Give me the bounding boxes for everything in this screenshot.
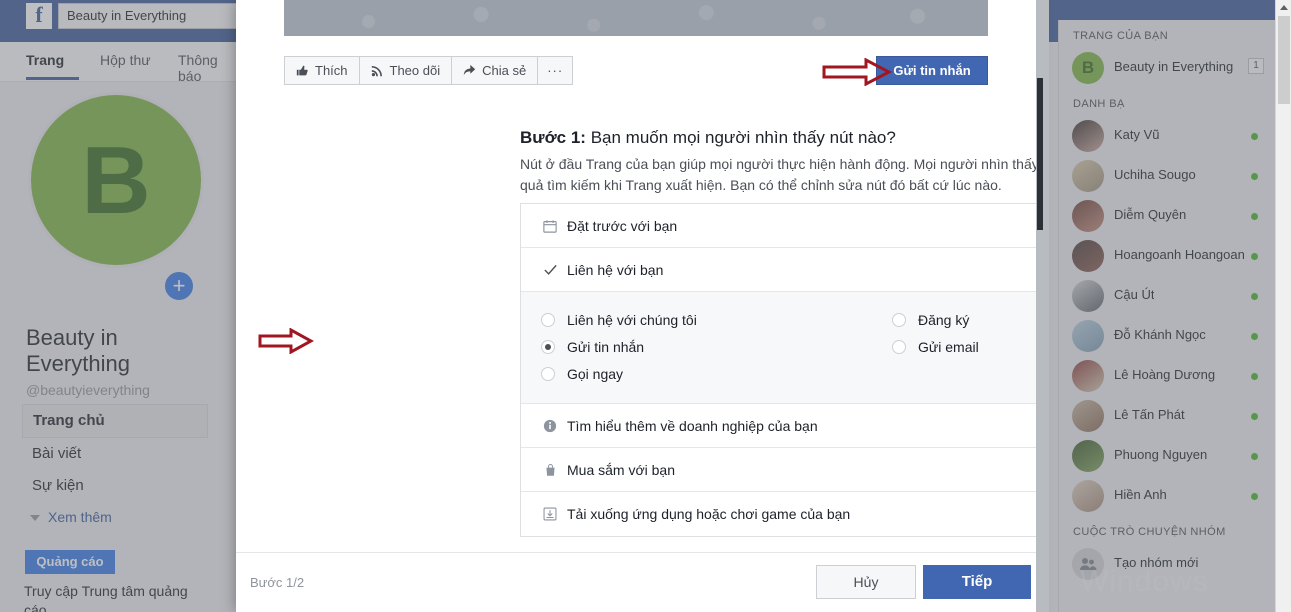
shopping-bag-icon [541,463,559,477]
contact-options-panel: Liên hệ với chúng tôi Gửi tin nhắn Gọi n… [521,292,1036,404]
accordion-row-lien-he[interactable]: Liên hệ với bạn [521,248,1036,292]
radio-button-selected[interactable] [541,339,555,354]
radio-button[interactable] [541,366,555,381]
step-description: Nút ở đầu Trang của bạn giúp mọi người t… [520,156,1036,193]
download-icon [541,507,559,521]
info-icon [541,419,559,433]
step-counter: Bước 1/2 [250,575,305,590]
accordion-row-tim-hieu-them[interactable]: Tìm hiểu thêm về doanh nghiệp của bạn [521,404,1036,448]
follow-button[interactable]: Theo dõi [360,57,453,84]
browser-scrollbar[interactable] [1275,0,1291,612]
radio-option-dang-ky[interactable]: Đăng ký [892,306,1036,333]
radio-button[interactable] [541,312,555,327]
scrollbar-thumb[interactable] [1278,16,1290,104]
follow-label: Theo dõi [389,63,441,78]
screen: f Beauty in Everything Trang Hộp thư Thô… [0,0,1291,612]
accordion-label: Tìm hiểu thêm về doanh nghiệp của bạn [567,417,818,434]
radio-button[interactable] [892,312,906,327]
like-button[interactable]: Thích [285,57,360,84]
ellipsis-icon: ··· [547,63,564,78]
rss-follow-icon [371,64,384,77]
page-button-setup-dialog: Thích Theo dõi Chia sẻ ··· Gửi tin nhắn … [236,0,1036,612]
annotation-arrow-message-button [822,58,892,86]
accordion-row-dat-truoc[interactable]: Đặt trước với bạn [521,204,1036,248]
radio-label: Đăng ký [918,311,970,328]
accordion-row-tai-xuong[interactable]: Tải xuống ứng dụng hoặc chơi game của bạ… [521,492,1036,536]
step-heading-rest: Bạn muốn mọi người nhìn thấy nút nào? [585,128,896,147]
thumbs-up-icon [296,64,309,77]
radio-button[interactable] [892,339,906,354]
cancel-button[interactable]: Hủy [816,565,916,599]
step-heading-bold: Bước 1: [520,128,586,147]
more-options-button[interactable]: ··· [538,57,572,84]
annotation-arrow-radio-gui-tin-nhan [258,328,314,354]
radio-option-gui-email[interactable]: Gửi email [892,333,1036,360]
radio-option-gui-tin-nhan[interactable]: Gửi tin nhắn [541,333,872,360]
button-type-accordion: Đặt trước với bạn Liên hệ với bạn Liên h… [520,203,1036,537]
radio-column-left: Liên hệ với chúng tôi Gửi tin nhắn Gọi n… [521,306,872,387]
accordion-label: Đặt trước với bạn [567,217,678,234]
step-heading: Bước 1: Bạn muốn mọi người nhìn thấy nút… [520,128,896,148]
dialog-footer: Bước 1/2 Hủy Tiếp [236,552,1036,612]
accordion-row-mua-sam[interactable]: Mua sắm với bạn [521,448,1036,492]
radio-option-goi-ngay[interactable]: Gọi ngay [541,360,872,387]
page-action-pills: Thích Theo dõi Chia sẻ ··· [284,56,574,85]
radio-label: Gửi tin nhắn [567,338,645,355]
like-label: Thích [315,63,348,78]
share-arrow-icon [463,64,476,77]
radio-option-lien-he-voi-chung-toi[interactable]: Liên hệ với chúng tôi [541,306,872,333]
next-button[interactable]: Tiếp [923,565,1031,599]
check-icon [541,262,559,277]
radio-label: Gửi email [918,338,979,355]
page-cover-photo [284,0,988,36]
calendar-icon [541,219,559,233]
accordion-label: Tải xuống ứng dụng hoặc chơi game của bạ… [567,506,851,522]
accordion-label: Mua sắm với bạn [567,461,676,478]
dialog-scrollbar-thumb[interactable] [1037,78,1043,230]
scroll-up-arrow-icon[interactable] [1280,5,1288,10]
share-label: Chia sẻ [482,63,527,78]
radio-label: Liên hệ với chúng tôi [567,311,697,328]
share-button[interactable]: Chia sẻ [452,57,539,84]
radio-label: Gọi ngay [567,365,624,382]
send-message-button[interactable]: Gửi tin nhắn [876,56,988,85]
radio-column-right: Đăng ký Gửi email [872,306,1036,360]
accordion-label: Liên hệ với bạn [567,261,664,278]
